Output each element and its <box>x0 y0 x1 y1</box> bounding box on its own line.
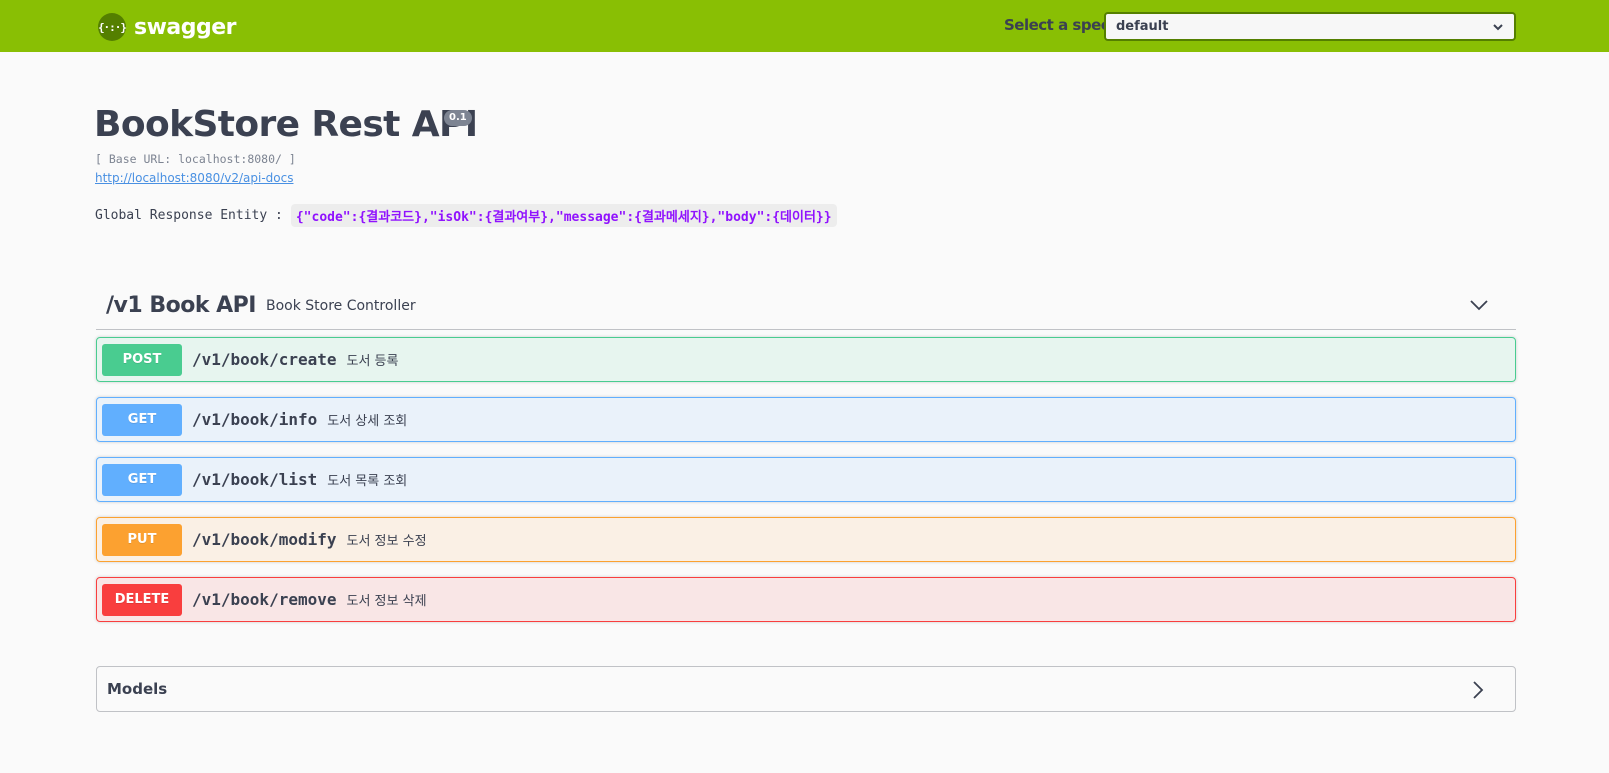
operation-get-info[interactable]: GET /v1/book/info 도서 상세 조회 <box>96 397 1516 442</box>
operation-summary: 도서 등록 <box>346 354 399 369</box>
api-docs-link[interactable]: http://localhost:8080/v2/api-docs <box>95 171 293 185</box>
topbar: {·:·} swagger Select a spec default <box>0 0 1609 52</box>
models-section[interactable]: Models <box>96 666 1516 712</box>
chevron-right-icon[interactable] <box>1467 679 1489 701</box>
global-response-code: {"code":{결과코드},"isOk":{결과여부},"message":{… <box>290 204 837 227</box>
tag-name: /v1 Book API <box>106 293 256 318</box>
operation-summary: 도서 목록 조회 <box>327 474 408 489</box>
method-badge: PUT <box>102 523 182 556</box>
page-title: BookStore Rest API <box>94 104 478 145</box>
operation-path: /v1/book/list <box>192 470 318 489</box>
method-badge: GET <box>102 403 182 436</box>
method-badge: GET <box>102 463 182 496</box>
chevron-down-icon <box>1493 23 1503 30</box>
operation-delete-remove[interactable]: DELETE /v1/book/remove 도서 정보 삭제 <box>96 577 1516 622</box>
tag-description: Book Store Controller <box>265 297 416 314</box>
operation-path: /v1/book/info <box>192 410 318 429</box>
method-badge: DELETE <box>102 583 182 616</box>
base-url: [ Base URL: localhost:8080/ ] <box>95 152 296 166</box>
spec-select-value: default <box>1116 19 1169 34</box>
operation-summary: 도서 상세 조회 <box>327 414 408 429</box>
logo-text: swagger <box>134 14 237 40</box>
swagger-logo[interactable]: {·:·} swagger <box>98 13 237 41</box>
global-response-label: Global Response Entity : <box>95 208 283 223</box>
operation-path: /v1/book/create <box>192 350 337 369</box>
tag-header-book-api[interactable]: /v1 Book API Book Store Controller <box>96 282 1516 330</box>
operation-get-list[interactable]: GET /v1/book/list 도서 목록 조회 <box>96 457 1516 502</box>
operation-summary: 도서 정보 삭제 <box>346 594 427 609</box>
models-title: Models <box>107 680 168 698</box>
operation-summary: 도서 정보 수정 <box>346 534 427 549</box>
operation-put-modify[interactable]: PUT /v1/book/modify 도서 정보 수정 <box>96 517 1516 562</box>
operation-path: /v1/book/modify <box>192 530 337 549</box>
operation-path: /v1/book/remove <box>192 590 337 609</box>
select-spec-label: Select a spec <box>1004 16 1110 34</box>
method-badge: POST <box>102 343 182 376</box>
version-badge: 0.1 <box>444 110 472 126</box>
spec-select[interactable]: default <box>1104 12 1516 41</box>
chevron-down-icon[interactable] <box>1468 294 1490 316</box>
swagger-logo-icon: {·:·} <box>98 13 127 41</box>
operation-post-create[interactable]: POST /v1/book/create 도서 등록 <box>96 337 1516 382</box>
global-response-entity: Global Response Entity : {"code":{결과코드},… <box>95 204 837 227</box>
